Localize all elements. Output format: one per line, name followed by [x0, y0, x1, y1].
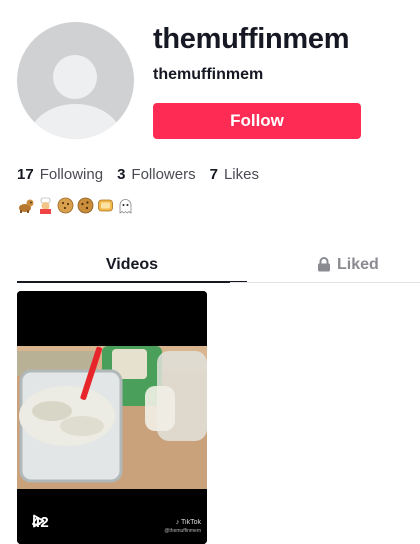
- tiktok-watermark: ♪ TikTok @themuffinmem: [164, 518, 201, 536]
- profile-stats: 17 Following 3 Followers 7 Likes: [17, 166, 259, 183]
- video-preview-image: [17, 291, 207, 544]
- dog-emoji: [19, 199, 34, 213]
- avatar: [17, 22, 134, 139]
- cookie-emoji: [77, 197, 94, 214]
- profile-tabs: Videos Liked: [17, 248, 420, 283]
- bread-emoji: [98, 199, 113, 212]
- tab-videos[interactable]: Videos: [17, 248, 247, 283]
- tab-liked-label: Liked: [337, 255, 379, 273]
- followers-label: Followers: [131, 166, 196, 183]
- video-thumbnail[interactable]: 42 ♪ TikTok @themuffinmem: [17, 291, 207, 544]
- watermark-handle: @themuffinmem: [164, 528, 201, 534]
- watermark-brand: TikTok: [181, 519, 201, 526]
- tab-liked[interactable]: Liked: [317, 248, 420, 281]
- tiktok-logo-icon: ♪: [175, 519, 180, 526]
- follow-button[interactable]: Follow: [153, 103, 361, 139]
- cook-emoji: [40, 197, 51, 214]
- cookie-emoji: [57, 197, 74, 214]
- profile-name: themuffinmem: [153, 23, 350, 55]
- likes-label: Likes: [223, 166, 259, 183]
- avatar-head-placeholder: [53, 55, 97, 99]
- profile-handle: themuffinmem: [153, 66, 264, 83]
- ghost-emoji: [119, 199, 132, 214]
- avatar-body-placeholder: [29, 104, 122, 139]
- stat-followers[interactable]: 3 Followers: [117, 166, 196, 183]
- following-count: 17: [17, 166, 34, 183]
- likes-count: 7: [209, 166, 218, 183]
- video-views: 42: [32, 514, 49, 531]
- followers-count: 3: [117, 166, 126, 183]
- lock-icon: [318, 257, 330, 272]
- stat-following[interactable]: 17 Following: [17, 166, 103, 183]
- play-icon: [33, 514, 45, 528]
- bio: [17, 197, 134, 214]
- tabs-divider: [230, 282, 420, 283]
- following-label: Following: [39, 166, 104, 183]
- stat-likes: 7 Likes: [210, 166, 259, 183]
